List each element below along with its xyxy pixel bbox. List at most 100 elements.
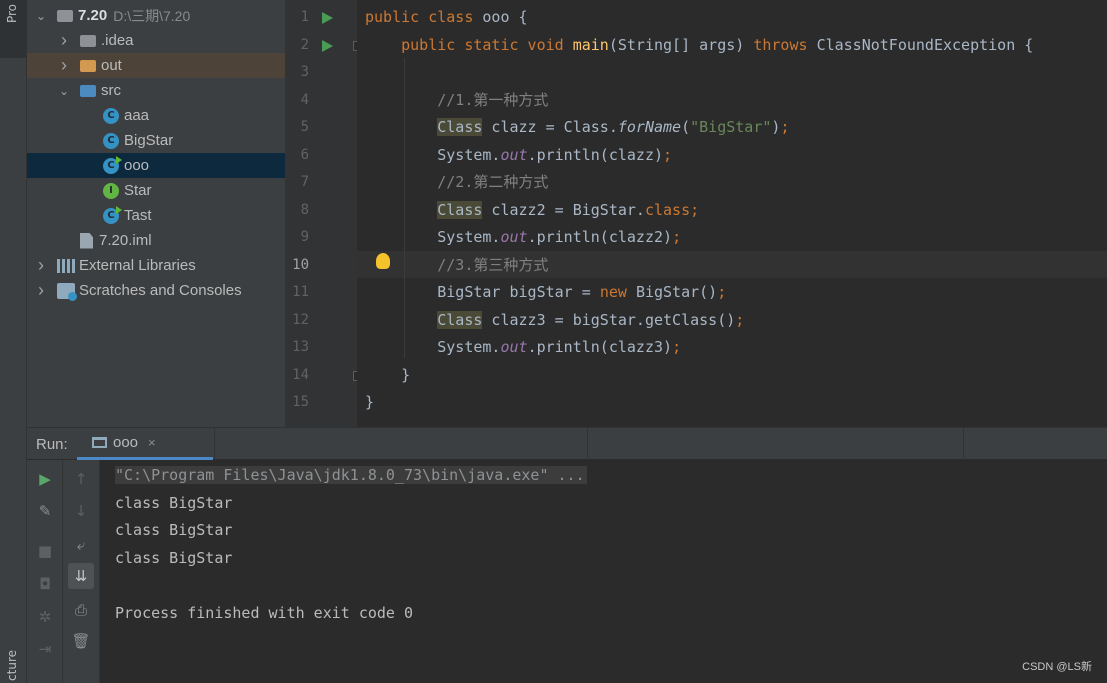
divider [214, 428, 215, 461]
tree-item[interactable]: ⌄ 7.20 D:\三期\7.20 [27, 3, 285, 28]
run-label: Run: [36, 436, 68, 453]
chevron-right-icon[interactable]: › [35, 255, 47, 276]
run-tab-ooo[interactable]: ooo × [77, 428, 213, 460]
tree-item-path: D:\三期\7.20 [113, 7, 191, 24]
line-number: 2 [300, 36, 309, 53]
console-output[interactable]: "C:\Program Files\Java\jdk1.8.0_73\bin\j… [100, 460, 1107, 683]
tree-item[interactable]: › out [27, 53, 285, 78]
project-tree: ⌄ 7.20 D:\三期\7.20 › .idea › out ⌄ src Caaa C BigSta… [27, 0, 285, 427]
chevron-right-icon[interactable]: › [35, 280, 47, 301]
code-editor[interactable]: public class ooo { public static void ma… [357, 0, 1107, 427]
code-line: } [365, 365, 411, 384]
print-icon[interactable]: ⎙ [70, 599, 92, 621]
console-line: class BigStar [115, 521, 233, 539]
tree-item[interactable]: Caaa [27, 103, 285, 128]
code-line: System.out.println(clazz); [365, 145, 673, 164]
tree-item-label: .idea [101, 32, 134, 49]
line-number: 7 [300, 174, 309, 190]
structure-tab-label[interactable]: cture [5, 650, 19, 681]
tree-item[interactable]: ⌄ src [27, 78, 285, 103]
folder-gray-icon [80, 34, 96, 47]
line-number: 5 [300, 119, 309, 135]
tree-item-label: ooo [124, 157, 150, 174]
exit-icon[interactable]: ⇥ [34, 638, 56, 660]
chevron-down-icon[interactable]: ⌄ [58, 84, 70, 98]
arrow-down-icon[interactable]: ↓ [70, 500, 92, 522]
watermark: CSDN @LS新 [1022, 661, 1092, 673]
stop-icon[interactable]: ■ [34, 540, 56, 562]
tree-item[interactable]: › .idea [27, 28, 285, 53]
left-tool-stripe: Pro cture [0, 0, 27, 683]
console-line: Process finished with exit code 0 [115, 603, 414, 622]
tree-item-label: 7.20 [78, 7, 108, 24]
code-line: BigStar bigStar = new BigStar(); [365, 283, 727, 301]
editor-gutter: 1 2 3 4 5 6 7 8 9 10 11 12 13 14 15 [285, 0, 362, 427]
class-icon: C [103, 132, 119, 149]
code-line: //1.第一种方式 [365, 90, 549, 109]
tree-item-label: Tast [124, 207, 152, 224]
tree-item-label: out [101, 57, 122, 74]
class-icon: C [103, 107, 119, 124]
wrench-icon[interactable]: ✎ [34, 500, 56, 522]
chevron-right-icon[interactable]: › [58, 30, 70, 51]
tree-item-label: External Libraries [79, 257, 196, 274]
folder-blue-icon [80, 84, 96, 97]
scratches-icon [57, 282, 77, 301]
line-number: 15 [292, 394, 309, 410]
tree-item[interactable]: › Scratches and Consoles [27, 278, 285, 303]
project-tab-label: Pro [5, 4, 19, 24]
tree-item[interactable]: 7.20.iml [27, 228, 285, 253]
module-folder-icon [57, 9, 73, 22]
console-actions-toolbar: ↑ ↓ ⤶ ⇊ ⎙ 🗑 [63, 460, 100, 683]
run-actions-toolbar: ▶ ✎ ■ ◘ ✲ ⇥ [27, 460, 63, 683]
code-line: } [365, 393, 375, 411]
code-line: System.out.println(clazz3); [365, 338, 682, 356]
settings-gear-icon[interactable]: ✲ [34, 606, 56, 628]
camera-icon[interactable]: ◘ [34, 573, 56, 595]
console-line: class BigStar [115, 548, 233, 567]
tree-item[interactable]: Cooo [27, 153, 285, 178]
line-number: 14 [292, 366, 309, 383]
runnable-class-icon: C [103, 155, 122, 174]
tree-item[interactable]: C BigStar [27, 128, 285, 153]
close-icon[interactable]: × [148, 435, 156, 450]
code-line: public static void main(String[] args) t… [365, 35, 1034, 54]
module-file-icon [80, 232, 93, 249]
line-number: 12 [292, 311, 309, 328]
code-line: Class clazz2 = BigStar.class; [437, 200, 700, 219]
line-number: 10 [292, 256, 309, 273]
line-number: 8 [300, 201, 309, 218]
console-line: class BigStar [115, 493, 233, 512]
chevron-down-icon[interactable]: ⌄ [35, 9, 47, 23]
runnable-class-icon: C [103, 205, 122, 224]
code-line: Class clazz3 = bigStar.getClass(); [437, 310, 745, 329]
arrow-up-icon[interactable]: ↑ [70, 468, 92, 490]
scroll-to-end-icon[interactable]: ⇊ [68, 563, 94, 589]
run-toolbar: Run: ooo × [27, 427, 1107, 461]
console-line: "C:\Program Files\Java\jdk1.8.0_73\bin\j… [115, 466, 587, 484]
divider [963, 428, 964, 461]
run-tab-label: ooo [113, 434, 139, 451]
tree-item[interactable]: I Star [27, 178, 285, 203]
project-tool-tab[interactable]: Pro [0, 0, 27, 58]
line-number: 9 [300, 229, 309, 245]
tree-item-label: Star [124, 182, 152, 199]
tree-item[interactable]: › External Libraries [27, 253, 285, 278]
tree-item-label: BigStar [124, 132, 174, 149]
trash-icon[interactable]: 🗑 [70, 630, 92, 652]
line-number: 1 [300, 9, 309, 25]
line-number: 4 [300, 91, 309, 108]
line-number: 13 [292, 339, 309, 355]
rerun-icon[interactable]: ▶ [34, 468, 56, 490]
code-line: Class clazz = Class.forName("BigStar"); [437, 118, 790, 136]
run-gutter-icon[interactable] [322, 12, 333, 24]
chevron-right-icon[interactable]: › [58, 55, 70, 76]
code-line: //3.第三种方式 [365, 255, 549, 274]
tree-item-label: Scratches and Consoles [79, 282, 242, 299]
code-line: public class ooo { [365, 8, 528, 26]
tree-item-label: src [101, 82, 121, 99]
run-gutter-icon[interactable] [322, 39, 333, 52]
soft-wrap-icon[interactable]: ⤶ [70, 534, 92, 556]
tree-item[interactable]: C Tast [27, 203, 285, 228]
line-number: 6 [300, 146, 309, 163]
